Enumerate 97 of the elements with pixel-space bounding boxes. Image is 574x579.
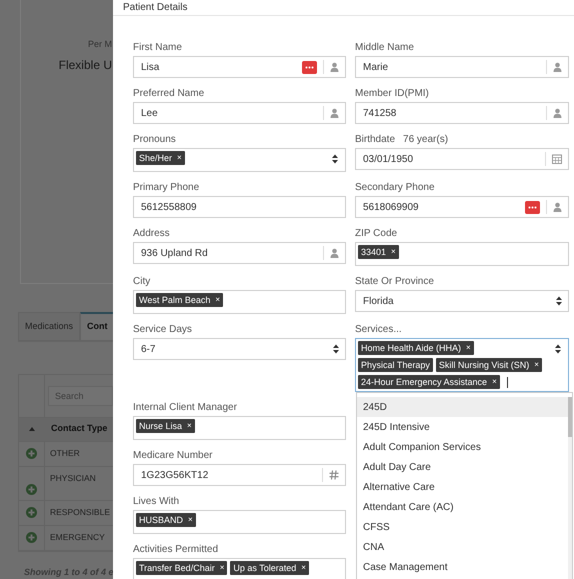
tag-chip[interactable]: Skill Nursing Visit (SN) × xyxy=(436,358,542,372)
person-icon xyxy=(330,248,339,258)
select-field[interactable]: Florida xyxy=(355,290,569,312)
field-label: ZIP Code xyxy=(355,226,398,240)
tag-chip[interactable]: 33401 × xyxy=(358,245,399,259)
field-label: Middle Name xyxy=(355,40,414,54)
field-value: Lee xyxy=(141,106,159,120)
date-field[interactable]: 03/01/1950 xyxy=(355,148,569,170)
field-value: 6-7 xyxy=(141,342,156,356)
text-field[interactable]: Marie xyxy=(355,56,569,78)
field-label: State Or Province xyxy=(355,274,434,288)
tag-field[interactable]: Transfer Bed/Chair × Up as Tolerated × xyxy=(133,558,346,579)
sort-arrow-icon[interactable] xyxy=(29,427,35,431)
scrollbar[interactable] xyxy=(568,397,572,579)
person-icon xyxy=(330,62,339,72)
field-label: Preferred Name xyxy=(133,86,204,100)
dropdown-option[interactable]: CFSS xyxy=(357,517,568,537)
up-down-arrows-icon[interactable] xyxy=(555,344,561,354)
multi-select-field[interactable]: She/Her × xyxy=(133,148,346,172)
tag-chip[interactable]: Nurse Lisa × xyxy=(136,419,195,433)
tab[interactable]: Cont xyxy=(80,312,113,340)
dropdown-option[interactable]: Alternative Care xyxy=(357,477,568,497)
text-field[interactable]: 1G23G56KT12 xyxy=(133,464,346,486)
plus-circle-icon[interactable] xyxy=(26,448,37,459)
tag-chip[interactable]: 24-Hour Emergency Assistance × xyxy=(358,375,500,389)
dropdown-option[interactable]: 245D Intensive xyxy=(357,417,568,437)
tag-field[interactable]: HUSBAND × xyxy=(133,510,346,534)
field-label: First Name xyxy=(133,40,182,54)
up-down-arrows-icon[interactable] xyxy=(332,154,338,164)
field-value: 5618069909 xyxy=(363,200,420,214)
card-title: Flexible U xyxy=(58,56,113,74)
more-badge[interactable] xyxy=(525,200,540,214)
tag-chip[interactable]: Physical Therapy xyxy=(358,358,433,372)
text-field[interactable]: 936 Upland Rd xyxy=(133,242,346,264)
field-label: Service Days xyxy=(133,322,192,336)
field-label: Secondary Phone xyxy=(355,180,435,194)
tag-chip[interactable]: Transfer Bed/Chair × xyxy=(136,561,228,575)
field-label: City xyxy=(133,274,150,288)
tag-chip[interactable]: Up as Tolerated × xyxy=(230,561,309,575)
field-label: Activities Permitted xyxy=(133,542,218,556)
text-cursor xyxy=(506,376,508,388)
field-value: Marie xyxy=(363,60,390,74)
text-field[interactable]: 5618069909 xyxy=(355,196,569,218)
field-label: Medicare Number xyxy=(133,448,212,462)
dropdown-option[interactable]: CNA xyxy=(357,537,568,557)
field-value: 5612558809 xyxy=(141,200,198,214)
text-field[interactable]: 5612558809 xyxy=(133,196,346,218)
table-cell-text: PHYSICIAN xyxy=(49,472,96,484)
table-cell-text: OTHER xyxy=(49,446,80,460)
dropdown-option[interactable]: Case Management xyxy=(357,557,568,577)
field-label: Internal Client Manager xyxy=(133,400,237,414)
tag-field[interactable]: Nurse Lisa × xyxy=(133,416,346,440)
plus-circle-icon[interactable] xyxy=(26,507,37,518)
dropdown-option[interactable]: Adult Day Care xyxy=(357,457,568,477)
table-cell-text: RESPONSIBLE xyxy=(49,506,110,518)
person-icon xyxy=(330,108,339,118)
card-caption: Per M xyxy=(88,38,113,51)
multi-select-field[interactable]: Home Health Aide (HHA) × Physical Therapy Skill Nursing Visit (SN) × 24-Hour Emergency Assistance × xyxy=(355,338,569,392)
person-icon xyxy=(553,202,562,212)
text-field[interactable]: Lee xyxy=(133,102,346,124)
dropdown-option[interactable]: 245D xyxy=(357,397,568,417)
table-cell-text: EMERGENCY xyxy=(49,530,105,544)
more-badge[interactable] xyxy=(302,60,317,74)
field-value: 03/01/1950 xyxy=(363,152,414,166)
text-field[interactable]: 741258 xyxy=(355,102,569,124)
field-value: 1G23G56KT12 xyxy=(141,468,210,482)
age-note: 76 year(s) xyxy=(403,132,448,146)
tag-chip[interactable]: HUSBAND × xyxy=(136,513,196,527)
field-value: Lisa xyxy=(141,60,160,74)
up-down-arrows-icon[interactable] xyxy=(333,344,339,354)
field-label: Member ID(PMI) xyxy=(355,86,429,100)
up-down-arrows-icon[interactable] xyxy=(556,296,562,306)
text-field[interactable]: Lisa xyxy=(133,56,346,78)
field-label: Address xyxy=(133,226,170,240)
field-label: Pronouns xyxy=(133,132,176,146)
field-label: Services... xyxy=(355,322,402,336)
calendar-icon[interactable] xyxy=(552,154,562,164)
field-label: Primary Phone xyxy=(133,180,200,194)
tag-chip[interactable]: Home Health Aide (HHA) × xyxy=(358,341,474,355)
hash-icon xyxy=(329,470,339,480)
tag-chip[interactable]: She/Her × xyxy=(136,151,185,165)
modal-title: Patient Details xyxy=(123,1,188,15)
field-label: Lives With xyxy=(133,494,180,508)
tag-chip[interactable]: West Palm Beach × xyxy=(136,293,224,307)
tag-field[interactable]: 33401 × xyxy=(355,242,569,266)
field-value: 936 Upland Rd xyxy=(141,246,209,260)
dropdown-option[interactable]: Adult Companion Services xyxy=(357,437,568,457)
plus-circle-icon[interactable] xyxy=(26,484,37,494)
plus-circle-icon[interactable] xyxy=(26,532,37,543)
dropdown-option[interactable]: Attendant Care (AC) xyxy=(357,497,568,517)
field-label: Birthdate xyxy=(355,132,396,146)
person-icon xyxy=(553,62,562,72)
field-value: 741258 xyxy=(363,106,398,120)
field-value: Florida xyxy=(363,294,395,308)
tag-field[interactable]: West Palm Beach × xyxy=(133,290,346,314)
person-icon xyxy=(553,108,562,118)
select-field[interactable]: 6-7 xyxy=(133,338,346,360)
